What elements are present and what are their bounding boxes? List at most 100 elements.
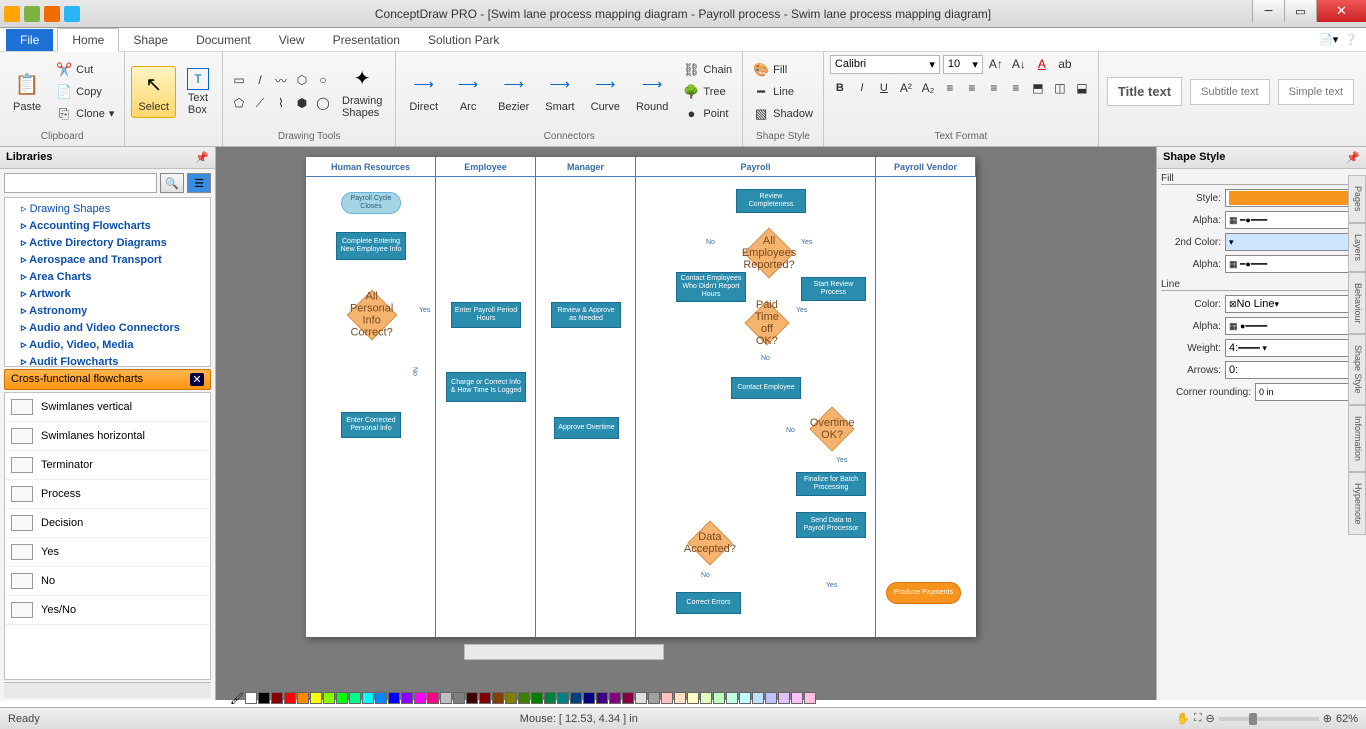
shrink-font-icon[interactable]: A↓ — [1009, 54, 1029, 74]
dt-icon[interactable]: ⟋ — [250, 93, 270, 113]
lib-item[interactable]: ▹ Aerospace and Transport — [7, 251, 208, 268]
view-toggle[interactable]: ☰ — [187, 173, 211, 193]
pin-icon[interactable]: 📌 — [195, 151, 209, 164]
color-swatch[interactable] — [778, 692, 790, 704]
connector-bezier[interactable]: ⟶Bezier — [491, 66, 536, 118]
tab-view[interactable]: View — [265, 29, 319, 51]
bold-icon[interactable]: B — [830, 78, 850, 98]
color-swatch[interactable] — [622, 692, 634, 704]
connector-smart[interactable]: ⟶Smart — [538, 66, 581, 118]
minimize-button[interactable]: ─ — [1252, 0, 1284, 22]
grow-font-icon[interactable]: A↑ — [986, 54, 1006, 74]
lib-item[interactable]: ▹ Audio, Video, Media — [7, 336, 208, 353]
lib-item[interactable]: ▹ Drawing Shapes — [7, 200, 208, 217]
side-tab[interactable]: Pages — [1348, 175, 1366, 223]
rounding-input[interactable]: 0 in — [1255, 383, 1362, 401]
qa-icon[interactable] — [64, 6, 80, 22]
color-swatch[interactable] — [375, 692, 387, 704]
line-button[interactable]: ━Line — [749, 82, 817, 102]
color-swatch[interactable] — [635, 692, 647, 704]
connector-round[interactable]: ⟶Round — [629, 66, 675, 118]
tab-solutionpark[interactable]: Solution Park — [414, 29, 513, 51]
simple-style[interactable]: Simple text — [1278, 79, 1354, 105]
shape-item[interactable]: Swimlanes vertical — [5, 393, 210, 422]
color-swatch[interactable] — [362, 692, 374, 704]
node-p3[interactable]: Enter Payroll Period Hours — [451, 302, 521, 328]
color-swatch[interactable] — [414, 692, 426, 704]
chain-button[interactable]: ⛓Chain — [679, 60, 736, 80]
lib-item[interactable]: ▹ Astronomy — [7, 302, 208, 319]
color-swatch[interactable] — [713, 692, 725, 704]
connector-direct[interactable]: ⟶Direct — [402, 66, 445, 118]
dt-icon[interactable]: ⬢ — [292, 93, 312, 113]
color-swatch[interactable] — [258, 692, 270, 704]
color-swatch[interactable] — [479, 692, 491, 704]
point-button[interactable]: ●Point — [679, 104, 736, 124]
node-p12[interactable]: Send Data to Payroll Processor — [796, 512, 866, 538]
close-lib-icon[interactable]: ✕ — [190, 373, 204, 386]
highlight-icon[interactable]: ab — [1055, 54, 1075, 74]
tab-home[interactable]: Home — [57, 28, 119, 52]
super-icon[interactable]: A² — [896, 78, 916, 98]
doc-icon[interactable]: 📄▾ — [1319, 33, 1338, 46]
font-color-icon[interactable]: A — [1032, 54, 1052, 74]
qa-icon[interactable] — [24, 6, 40, 22]
canvas-hscroll[interactable] — [464, 644, 664, 660]
title-style[interactable]: Title text — [1107, 77, 1182, 106]
underline-icon[interactable]: U — [874, 78, 894, 98]
side-tab[interactable]: Layers — [1348, 223, 1366, 272]
side-tab[interactable]: Behaviour — [1348, 272, 1366, 335]
dt-icon[interactable]: / — [250, 70, 270, 90]
color-swatch[interactable] — [310, 692, 322, 704]
shadow-button[interactable]: ▧Shadow — [749, 104, 817, 124]
node-d1[interactable]: All Personal Info Correct? — [347, 290, 398, 341]
library-tree[interactable]: ▹ Drawing Shapes▹ Accounting Flowcharts▹… — [4, 197, 211, 367]
shape-item[interactable]: Process — [5, 480, 210, 509]
side-tab[interactable]: Hypernote — [1348, 472, 1366, 536]
shape-item[interactable]: Swimlanes horizontal — [5, 422, 210, 451]
zoom-out-icon[interactable]: ⊖ — [1206, 712, 1215, 725]
node-p10[interactable]: Contact Employee — [731, 377, 801, 399]
textbox-tool[interactable]: TText Box — [180, 63, 216, 121]
help-icon[interactable]: ❔ — [1344, 33, 1358, 46]
dt-icon[interactable]: ◯ — [313, 93, 333, 113]
color-swatch[interactable] — [557, 692, 569, 704]
color-swatch[interactable] — [492, 692, 504, 704]
color-swatch[interactable] — [427, 692, 439, 704]
qa-icon[interactable] — [4, 6, 20, 22]
color-swatch[interactable] — [596, 692, 608, 704]
color-swatch[interactable] — [544, 692, 556, 704]
node-p11[interactable]: Finalize for Batch Processing — [796, 472, 866, 496]
color-swatch[interactable] — [271, 692, 283, 704]
color-swatch[interactable] — [323, 692, 335, 704]
align-r-icon[interactable]: ≡ — [984, 78, 1004, 98]
zoom-in-icon[interactable]: ⊕ — [1323, 712, 1332, 725]
color-swatch[interactable] — [791, 692, 803, 704]
alpha2-slider[interactable]: ▦ ━●━━━ — [1225, 255, 1362, 273]
color-swatch[interactable] — [518, 692, 530, 704]
node-start[interactable]: Payroll Cycle Closes — [341, 192, 401, 214]
color-swatch[interactable] — [336, 692, 348, 704]
color-swatch[interactable] — [687, 692, 699, 704]
search-button[interactable]: 🔍 — [160, 173, 184, 193]
color-swatch[interactable] — [245, 692, 257, 704]
tab-shape[interactable]: Shape — [119, 29, 182, 51]
color-swatch[interactable] — [466, 692, 478, 704]
hand-tool-icon[interactable]: ✋ — [1176, 712, 1190, 725]
fill-alpha-slider[interactable]: ▦ ━●━━━ — [1225, 211, 1362, 229]
node-p5[interactable]: Charge or Correct Info & How Time Is Log… — [446, 372, 526, 402]
node-p9[interactable]: Start Review Process — [801, 277, 866, 301]
color-swatch[interactable] — [726, 692, 738, 704]
color-swatch[interactable] — [700, 692, 712, 704]
node-p4[interactable]: Review & Approve as Needed — [551, 302, 621, 328]
side-tab[interactable]: Information — [1348, 405, 1366, 472]
copy-button[interactable]: 📄Copy — [52, 82, 118, 102]
selected-library[interactable]: Cross-functional flowcharts✕ — [4, 369, 211, 390]
node-p2[interactable]: Enter Corrected Personal Info — [341, 412, 401, 438]
valign-t-icon[interactable]: ⬒ — [1028, 78, 1048, 98]
color-swatch[interactable] — [583, 692, 595, 704]
dt-icon[interactable]: ⬠ — [229, 93, 249, 113]
drawing-shapes-button[interactable]: ✦Drawing Shapes — [335, 60, 389, 124]
sub-icon[interactable]: A₂ — [918, 78, 938, 98]
canvas-area[interactable]: Human ResourcesEmployeeManagerPayrollPay… — [216, 147, 1156, 700]
